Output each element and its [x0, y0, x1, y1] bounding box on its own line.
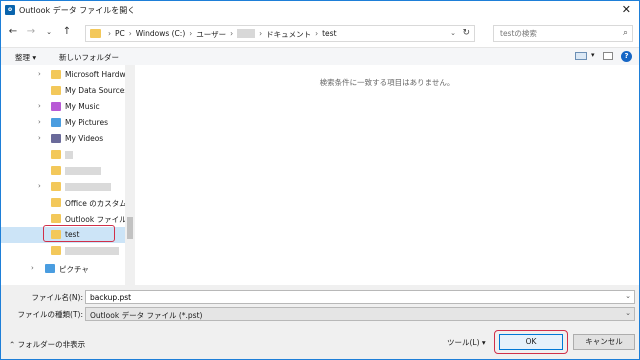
ok-button[interactable]: OK	[499, 334, 563, 350]
expand-chevron-icon[interactable]: ›	[38, 134, 41, 142]
file-fields: ファイル名(N): ⌄ ファイルの種類(T): Outlook データ ファイル…	[1, 285, 639, 325]
window-title: Outlook データ ファイルを開く	[19, 6, 136, 15]
dialog-footer: ⌃ フォルダーの非表示 ツール(L) ▾ OK キャンセル	[1, 325, 639, 359]
collapse-caret-icon: ⌃	[9, 340, 18, 349]
filename-combobox[interactable]: ⌄	[85, 290, 635, 304]
nav-item-my-data-sources[interactable]: My Data Sources	[1, 83, 125, 99]
folder-icon	[51, 214, 61, 223]
dropdown-caret-icon: ▾	[479, 338, 486, 347]
recent-chevron-icon[interactable]: ⌄	[43, 26, 55, 38]
outlook-icon: o	[5, 5, 15, 15]
nav-item-redacted-1[interactable]	[1, 147, 125, 163]
hide-folders-button[interactable]: ⌃ フォルダーの非表示	[9, 339, 85, 350]
expand-chevron-icon[interactable]: ›	[38, 102, 41, 110]
view-options-icon[interactable]	[575, 52, 587, 60]
folder-icon	[90, 29, 101, 38]
address-bar[interactable]: › PC › Windows (C:) › ユーザー › › ドキュメント › …	[85, 25, 475, 42]
folder-icon	[51, 70, 61, 79]
redacted-label	[65, 247, 119, 255]
folder-icon	[51, 182, 61, 191]
pictures-library-icon	[45, 264, 55, 273]
folder-icon	[51, 198, 61, 207]
folder-icon	[51, 150, 61, 159]
redacted-label	[65, 151, 73, 159]
nav-item-my-pictures[interactable]: › My Pictures	[1, 115, 125, 131]
expand-chevron-icon[interactable]: ›	[38, 118, 41, 126]
pictures-folder-icon	[51, 118, 61, 127]
selection-highlight-outline	[43, 225, 115, 242]
search-input[interactable]	[500, 29, 610, 38]
main-area: › Microsoft Hardw My Data Sources › My M…	[1, 65, 639, 285]
videos-folder-icon	[51, 134, 61, 143]
scrollbar-thumb[interactable]	[127, 217, 133, 239]
file-list[interactable]: 検索条件に一致する項目はありません。	[135, 65, 639, 285]
folder-icon	[51, 166, 61, 175]
expand-chevron-icon[interactable]: ›	[38, 182, 41, 190]
redacted-label	[65, 183, 111, 191]
preview-pane-icon[interactable]	[603, 52, 613, 60]
toolbar: 整理 ▾ 新しいフォルダー ▾ ?	[1, 47, 639, 65]
filetype-label: ファイルの種類(T):	[17, 310, 83, 319]
tools-button[interactable]: ツール(L) ▾	[447, 337, 486, 348]
crumb-username-redacted[interactable]	[237, 29, 256, 38]
up-arrow-icon[interactable]: ↑	[61, 26, 73, 38]
folder-icon	[51, 86, 61, 95]
navigation-scrollbar[interactable]	[125, 65, 135, 285]
breadcrumb: › PC › Windows (C:) › ユーザー › › ドキュメント › …	[108, 29, 337, 40]
dropdown-chevron-icon[interactable]: ⌄	[625, 309, 631, 317]
refresh-icon[interactable]: ↻	[462, 28, 470, 38]
title-bar: o Outlook データ ファイルを開く ✕	[1, 1, 639, 19]
crumb-pc[interactable]: PC	[115, 29, 125, 40]
navigation-pane: › Microsoft Hardw My Data Sources › My M…	[1, 65, 125, 285]
filetype-select[interactable]: Outlook データ ファイル (*.pst) ⌄	[85, 307, 635, 321]
crumb-test[interactable]: test	[322, 29, 336, 40]
music-folder-icon	[51, 102, 61, 111]
crumb-users[interactable]: ユーザー	[196, 29, 226, 40]
nav-item-microsoft-hardware[interactable]: › Microsoft Hardw	[1, 67, 125, 83]
dropdown-chevron-icon[interactable]: ⌄	[625, 292, 631, 300]
filename-label: ファイル名(N):	[31, 293, 84, 302]
nav-item-redacted-2[interactable]	[1, 163, 125, 179]
nav-item-my-videos[interactable]: › My Videos	[1, 131, 125, 147]
cancel-button[interactable]: キャンセル	[573, 334, 635, 350]
search-icon[interactable]: ⌕	[623, 28, 628, 38]
empty-message: 検索条件に一致する項目はありません。	[319, 78, 455, 87]
search-box[interactable]: ⌕	[493, 25, 633, 42]
nav-item-pictures[interactable]: › ピクチャ	[1, 261, 125, 277]
open-file-dialog: o Outlook データ ファイルを開く ✕ ← → ⌄ ↑ › PC › W…	[0, 0, 640, 360]
expand-chevron-icon[interactable]: ›	[31, 264, 34, 272]
redacted-label	[65, 167, 101, 175]
nav-item-my-music[interactable]: › My Music	[1, 99, 125, 115]
close-icon[interactable]: ✕	[622, 3, 631, 16]
folder-icon	[51, 246, 61, 255]
nav-item-redacted-3[interactable]: ›	[1, 179, 125, 195]
expand-chevron-icon[interactable]: ›	[38, 70, 41, 78]
filetype-value: Outlook データ ファイル (*.pst)	[90, 311, 203, 320]
view-dropdown-icon[interactable]: ▾	[591, 51, 595, 59]
nav-item-redacted-4[interactable]	[1, 243, 125, 259]
crumb-drive[interactable]: Windows (C:)	[136, 29, 185, 40]
new-folder-button[interactable]: 新しいフォルダー	[59, 52, 119, 63]
back-arrow-icon[interactable]: ←	[7, 26, 19, 38]
nav-item-office-custom[interactable]: Office のカスタム テ	[1, 195, 125, 211]
organize-button[interactable]: 整理 ▾	[15, 52, 36, 63]
help-icon[interactable]: ?	[621, 51, 632, 62]
address-row: ← → ⌄ ↑ › PC › Windows (C:) › ユーザー › › ド…	[1, 19, 639, 47]
filename-input[interactable]	[90, 293, 590, 302]
address-dropdown-icon[interactable]: ⌄	[450, 29, 456, 37]
forward-arrow-icon[interactable]: →	[25, 26, 37, 38]
crumb-documents[interactable]: ドキュメント	[266, 29, 311, 40]
